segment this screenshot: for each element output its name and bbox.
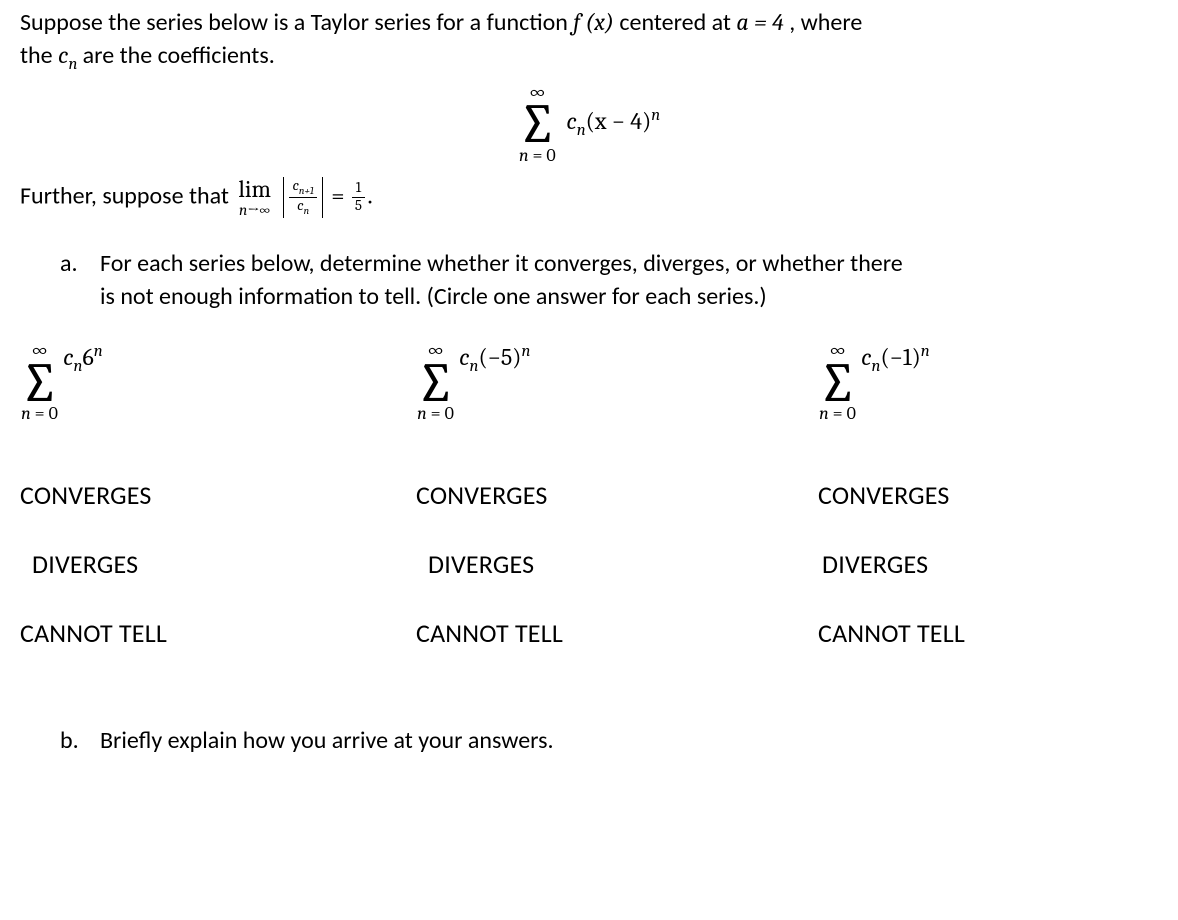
opt-2-diverges[interactable]: DIVERGES — [406, 547, 772, 582]
sigma-main: ∞ ∑ n = 0 — [518, 83, 557, 165]
math-cn: cn — [58, 41, 83, 69]
ratio-den: cn — [289, 198, 316, 216]
ratio-num-sub: n+1 — [299, 185, 314, 197]
intro-text-2: centered at — [619, 8, 736, 37]
sigma-2-bot-eq: = 0 — [427, 403, 454, 424]
main-series-term: cn(x − 4)n — [566, 105, 660, 142]
abs-bars: cn+1 cn — [280, 177, 325, 219]
series-3-term: cn(−1)n — [861, 341, 930, 423]
ratio-num: cn+1 — [289, 179, 316, 198]
sigma-bottom-eq: = 0 — [529, 145, 556, 166]
sigma-3: ∞ ∑ n = 0 — [818, 341, 857, 423]
cn-c: c — [58, 41, 68, 69]
lim-word: lim — [238, 177, 271, 201]
series-col-1: ∞ ∑ n = 0 cn6n CONVERGES DIVERGES CANNOT… — [20, 341, 386, 685]
lim-block: lim n→∞ — [238, 177, 271, 219]
sigma-1-bot-n: n — [21, 403, 31, 424]
ratio-line: Further, suppose that lim n→∞ cn+1 cn = — [20, 177, 1158, 219]
cn-sub: n — [68, 55, 77, 74]
part-a-marker: a. — [60, 248, 92, 313]
sigma-bottom-n: n — [519, 145, 529, 166]
s3-c: c — [861, 343, 871, 371]
series-col-2: ∞ ∑ n = 0 cn(−5)n CONVERGES DIVERGES CAN… — [406, 341, 772, 685]
sigma-3-bot: n = 0 — [819, 405, 856, 423]
intro-text-5: are the coefficients. — [83, 41, 275, 70]
ratio-eq: = — [331, 181, 350, 209]
one-fifth-num: 1 — [352, 181, 365, 198]
abs-bar-left — [283, 177, 284, 219]
intro-text-4: the — [20, 41, 58, 70]
part-a-line2: is not enough information to tell. (Circ… — [100, 282, 767, 311]
sigma-symbol: ∑ — [518, 102, 557, 146]
main-series: ∞ ∑ n = 0 cn(x − 4)n — [20, 83, 1158, 165]
ratio-frac: cn+1 cn — [289, 179, 316, 217]
part-b-marker: b. — [60, 725, 92, 757]
abs-bar-right — [322, 177, 323, 219]
opt-3-cannot[interactable]: CANNOT TELL — [792, 616, 1158, 651]
intro-paragraph: Suppose the series below is a Taylor ser… — [20, 6, 1158, 77]
series-col-3: ∞ ∑ n = 0 cn(−1)n CONVERGES DIVERGES CAN… — [792, 341, 1158, 685]
series-2-term: cn(−5)n — [459, 341, 530, 423]
term-exp: n — [651, 106, 660, 125]
intro-text-1: Suppose the series below is a Taylor ser… — [20, 8, 573, 37]
s3-base: (−1) — [880, 343, 920, 371]
series-columns: ∞ ∑ n = 0 cn6n CONVERGES DIVERGES CANNOT… — [20, 341, 1158, 685]
term-paren: (x − 4) — [586, 107, 652, 135]
part-a-text: For each series below, determine whether… — [100, 248, 1158, 313]
math-fx: f (x) — [573, 8, 614, 36]
sigma-3-bot-n: n — [819, 403, 829, 424]
s2-exp: n — [521, 342, 530, 361]
page: Suppose the series below is a Taylor ser… — [0, 0, 1178, 920]
sigma-3-sym: ∑ — [818, 361, 857, 405]
options-3: CONVERGES DIVERGES CANNOT TELL — [792, 478, 1158, 651]
math-a-eq-4: a = 4 — [736, 8, 783, 36]
opt-2-converges[interactable]: CONVERGES — [406, 478, 772, 513]
sigma-2-sym: ∑ — [416, 361, 455, 405]
opt-1-converges[interactable]: CONVERGES — [20, 478, 386, 513]
one-fifth-den: 5 — [352, 198, 365, 214]
sigma-bottom: n = 0 — [519, 147, 556, 165]
ratio-pre: Further, suppose that — [20, 181, 234, 210]
ratio-den-sub: n — [304, 205, 310, 217]
s3-exp: n — [921, 342, 930, 361]
opt-2-cannot[interactable]: CANNOT TELL — [406, 616, 772, 651]
s1-exp: n — [94, 342, 103, 361]
term-c: c — [566, 107, 576, 135]
sigma-1: ∞ ∑ n = 0 — [20, 341, 59, 423]
one-fifth: 1 5 — [352, 181, 365, 214]
s1-base: 6 — [82, 343, 93, 371]
part-b: b. Briefly explain how you arrive at you… — [60, 725, 1158, 757]
sigma-1-sym: ∑ — [20, 361, 59, 405]
sigma-2-bot: n = 0 — [417, 405, 454, 423]
part-a: a. For each series below, determine whet… — [60, 248, 1158, 313]
lim-sub: n→∞ — [239, 203, 270, 219]
opt-1-cannot[interactable]: CANNOT TELL — [20, 616, 386, 651]
s2-base: (−5) — [478, 343, 521, 371]
series-1-term: cn6n — [63, 341, 103, 423]
sigma-2: ∞ ∑ n = 0 — [416, 341, 455, 423]
opt-3-diverges[interactable]: DIVERGES — [792, 547, 1158, 582]
ratio-period: . — [367, 181, 373, 210]
options-1: CONVERGES DIVERGES CANNOT TELL — [20, 478, 386, 651]
s1-c: c — [63, 343, 73, 371]
part-b-text: Briefly explain how you arrive at your a… — [100, 725, 1158, 757]
sigma-3-bot-eq: = 0 — [829, 403, 856, 424]
part-a-line1: For each series below, determine whether… — [100, 249, 903, 278]
intro-text-3: , where — [789, 8, 862, 37]
opt-3-converges[interactable]: CONVERGES — [792, 478, 1158, 513]
sigma-1-bot-eq: = 0 — [31, 403, 58, 424]
sigma-1-bot: n = 0 — [21, 405, 58, 423]
s2-c: c — [459, 343, 469, 371]
options-2: CONVERGES DIVERGES CANNOT TELL — [406, 478, 772, 651]
sigma-2-bot-n: n — [417, 403, 427, 424]
term-c-sub: n — [577, 121, 586, 140]
opt-1-diverges[interactable]: DIVERGES — [20, 547, 386, 582]
